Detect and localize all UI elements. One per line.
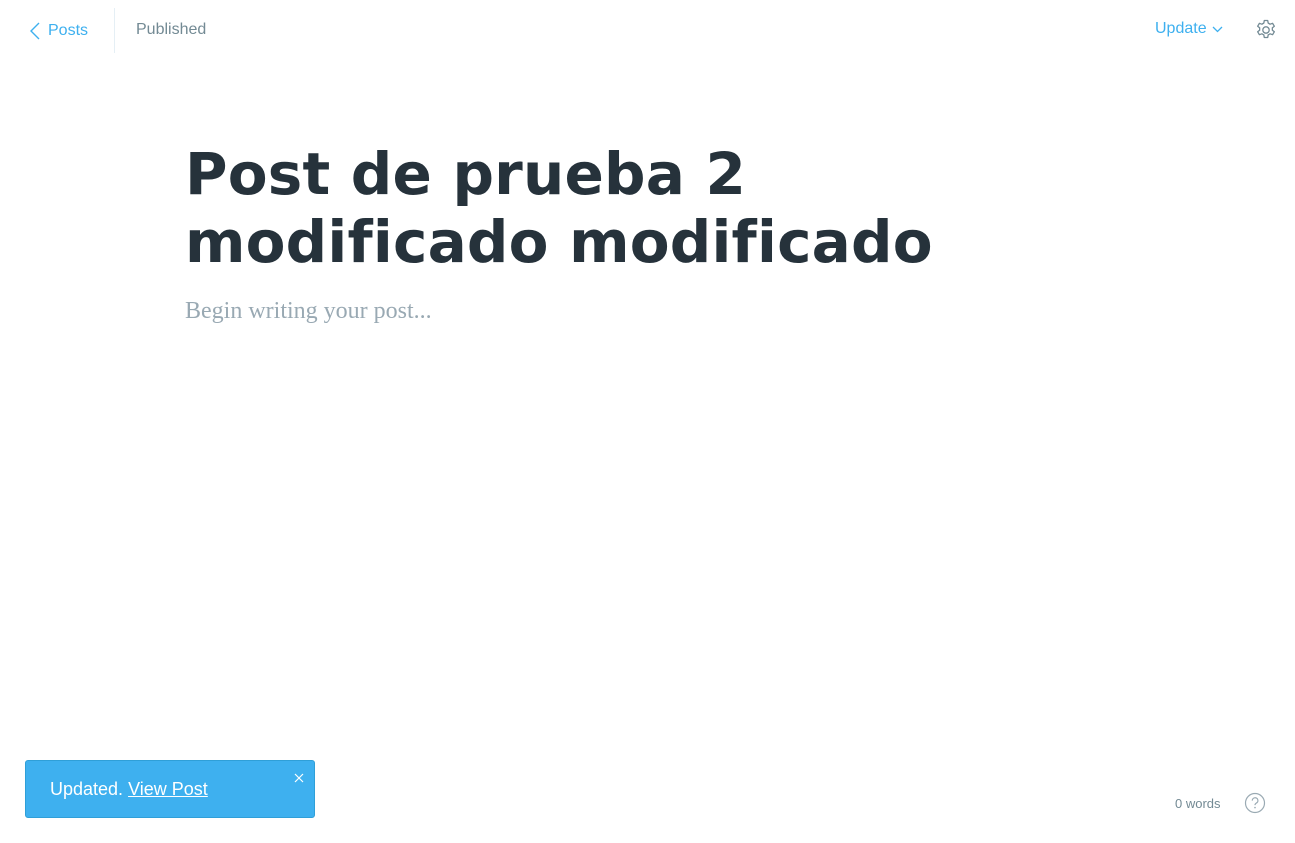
question-circle-icon [1244, 792, 1266, 818]
chevron-down-icon [1212, 20, 1223, 38]
notification-toast: Updated. View Post [25, 760, 315, 818]
gear-icon [1254, 19, 1278, 46]
editor-header: Posts Published Update [0, 0, 1295, 62]
settings-button[interactable] [1254, 18, 1278, 42]
post-editor: Post de prueba 2 modificado modificado B… [185, 140, 1085, 325]
toast-message: Updated. [50, 778, 124, 799]
help-button[interactable] [1244, 792, 1266, 814]
post-status: Published [136, 21, 207, 38]
back-label: Posts [48, 22, 89, 39]
update-label: Update [1155, 20, 1207, 37]
close-icon[interactable] [293, 768, 305, 783]
word-count: 0 words [1175, 796, 1221, 811]
chevron-left-icon [30, 22, 40, 40]
post-title-input[interactable]: Post de prueba 2 modificado modificado [185, 140, 1085, 276]
header-divider [114, 8, 115, 53]
back-to-posts-link[interactable]: Posts [30, 19, 88, 43]
view-post-link[interactable]: View Post [128, 779, 208, 800]
update-button[interactable]: Update [1155, 20, 1223, 38]
post-body-placeholder[interactable]: Begin writing your post... [185, 298, 1085, 325]
